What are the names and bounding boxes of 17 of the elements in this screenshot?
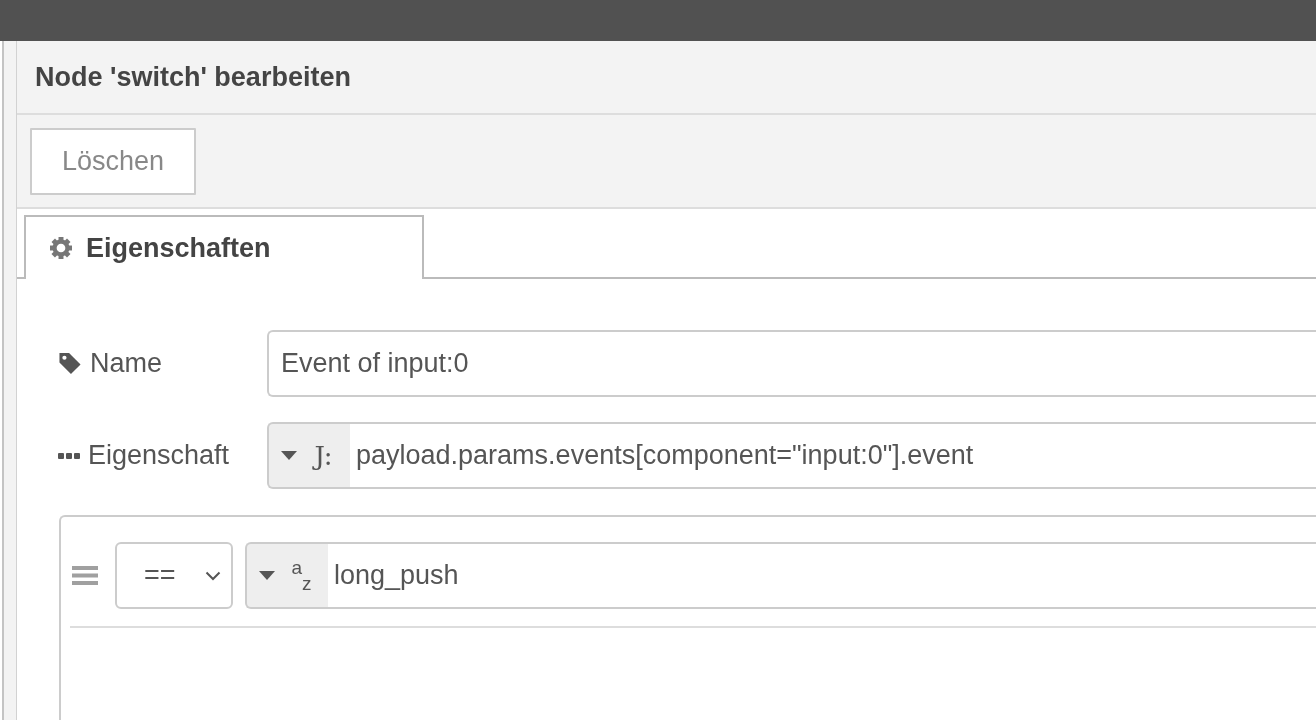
operator-select[interactable]: == [115,542,233,609]
gear-icon [50,237,72,259]
field-label: Eigenschaft [88,440,230,471]
ellipsis-icon [58,452,80,459]
drag-handle-icon[interactable] [72,566,98,585]
property-input[interactable]: payload.params.events[component="input:0"].event [350,422,1316,489]
caret-icon [281,451,297,460]
type-select-button[interactable]: J: [267,422,350,489]
dialog-title: Node 'switch' bearbeiten [35,61,351,93]
delete-button[interactable]: Löschen [30,128,196,195]
field-label: Name [90,348,163,379]
value-input[interactable]: long_push [328,542,1316,609]
caret-icon [259,571,275,580]
tag-icon [58,352,82,375]
chevron-icon [205,570,221,581]
tab[interactable]: Eigenschaften [24,215,424,279]
name-input[interactable]: Event of input:0 [267,330,1316,397]
